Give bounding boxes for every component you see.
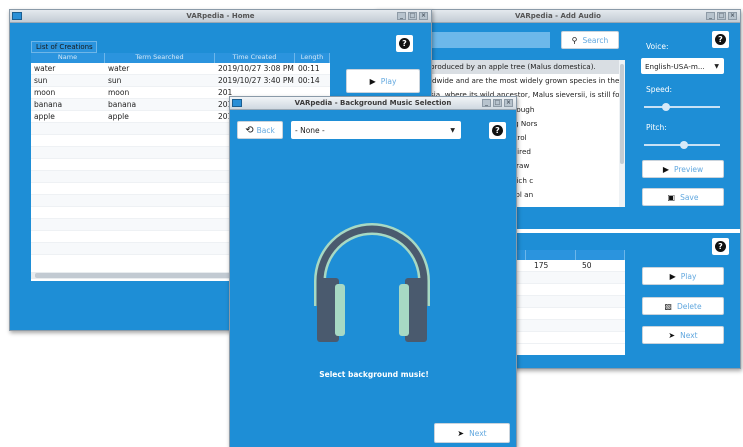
play-audio-button[interactable]: ▶ Play <box>642 267 724 285</box>
window-title: VARpedia - Background Music Selection <box>294 99 452 107</box>
search-button[interactable]: ⚲ Search <box>561 31 619 49</box>
search-icon: ⚲ <box>571 35 578 45</box>
play-icon: ▶ <box>369 76 376 86</box>
column-header[interactable]: Time Created <box>215 53 295 63</box>
chevron-down-icon: ▼ <box>714 62 719 70</box>
table-header: Name Term Searched Time Created Length <box>31 53 330 63</box>
time-cell: 2019/10/27 3:40 PM <box>218 76 294 85</box>
trash-icon: ▧ <box>664 301 672 311</box>
headphones-icon <box>314 223 430 342</box>
help-button-audio[interactable]: ? <box>712 238 729 255</box>
slider-knob[interactable] <box>680 141 688 149</box>
slider-knob[interactable] <box>662 103 670 111</box>
next-button[interactable]: ➤ Next <box>434 423 510 443</box>
minimize-icon[interactable]: _ <box>397 12 406 20</box>
voice-select[interactable]: English-USA-m... ▼ <box>641 58 724 74</box>
speed-slider[interactable] <box>644 103 720 111</box>
help-button[interactable]: ? <box>712 31 729 48</box>
name-cell: banana <box>34 100 63 109</box>
back-button[interactable]: ⟲ Back <box>237 121 283 139</box>
term-cell: banana <box>108 100 137 109</box>
tab-list-of-creations[interactable]: List of Creations <box>31 41 97 53</box>
minimize-icon[interactable]: _ <box>482 99 491 107</box>
help-icon: ? <box>492 125 503 136</box>
pitch-cell: 50 <box>582 261 592 270</box>
table-row[interactable]: sun sun 2019/10/27 3:40 PM 00:14 <box>31 75 330 87</box>
column-header[interactable]: Length <box>295 53 330 63</box>
pitch-slider[interactable] <box>644 141 720 149</box>
column-header[interactable]: Term Searched <box>105 53 215 63</box>
play-icon: ▶ <box>662 164 669 174</box>
text-line: ldwide and are the most widely grown spe… <box>430 76 623 86</box>
close-icon[interactable]: × <box>728 12 737 20</box>
help-button[interactable]: ? <box>396 35 413 52</box>
next-icon: ➤ <box>457 428 465 438</box>
next-button[interactable]: ➤ Next <box>642 326 724 344</box>
maximize-icon[interactable]: □ <box>493 99 502 107</box>
chevron-down-icon: ▼ <box>450 126 455 134</box>
length-cell: 00:14 <box>298 76 320 85</box>
close-icon[interactable]: × <box>504 99 513 107</box>
text-line: produced by an apple tree (Malus domesti… <box>428 60 623 75</box>
music-select[interactable]: - None - ▼ <box>291 121 461 139</box>
help-icon: ? <box>399 38 410 49</box>
speed-cell: 175 <box>534 261 549 270</box>
term-cell: apple <box>108 112 129 121</box>
minimize-icon[interactable]: _ <box>706 12 715 20</box>
preview-button[interactable]: ▶ Preview <box>642 160 724 178</box>
name-cell: moon <box>34 88 56 97</box>
name-cell: sun <box>34 76 48 85</box>
select-music-prompt: Select background music! <box>319 370 429 379</box>
speed-label: Speed: <box>646 85 673 94</box>
save-icon: ▣ <box>667 192 676 202</box>
column-header[interactable]: Name <box>31 53 105 63</box>
pitch-label: Pitch: <box>646 123 667 132</box>
length-cell: 00:11 <box>298 64 320 73</box>
back-icon: ⟲ <box>245 124 254 136</box>
name-cell: apple <box>34 112 55 121</box>
term-cell: sun <box>108 76 122 85</box>
music-window: VARpedia - Background Music Selection _ □… <box>229 96 517 447</box>
help-icon: ? <box>715 241 726 252</box>
term-cell: moon <box>108 88 130 97</box>
close-icon[interactable]: × <box>419 12 428 20</box>
next-icon: ➤ <box>668 330 676 340</box>
maximize-icon[interactable]: □ <box>408 12 417 20</box>
delete-button[interactable]: ▧ Delete <box>642 297 724 315</box>
app-icon <box>232 99 242 107</box>
window-title: VARpedia - Add Audio <box>515 12 601 20</box>
app-icon <box>12 12 22 20</box>
maximize-icon[interactable]: □ <box>717 12 726 20</box>
save-button[interactable]: ▣ Save <box>642 188 724 206</box>
help-button[interactable]: ? <box>489 122 506 139</box>
term-cell: water <box>108 64 130 73</box>
table-row[interactable]: water water 2019/10/27 3:08 PM 00:11 <box>31 63 330 75</box>
play-icon: ▶ <box>669 271 676 281</box>
window-title: VARpedia - Home <box>186 12 255 20</box>
home-titlebar: VARpedia - Home _ □ × <box>10 10 431 23</box>
text-scrollbar[interactable] <box>619 60 625 207</box>
voice-label: Voice: <box>646 42 669 51</box>
time-cell: 2019/10/27 3:08 PM <box>218 64 294 73</box>
name-cell: water <box>34 64 56 73</box>
play-button[interactable]: ▶ Play <box>346 69 420 93</box>
music-titlebar: VARpedia - Background Music Selection _ □… <box>230 97 516 110</box>
help-icon: ? <box>715 34 726 45</box>
